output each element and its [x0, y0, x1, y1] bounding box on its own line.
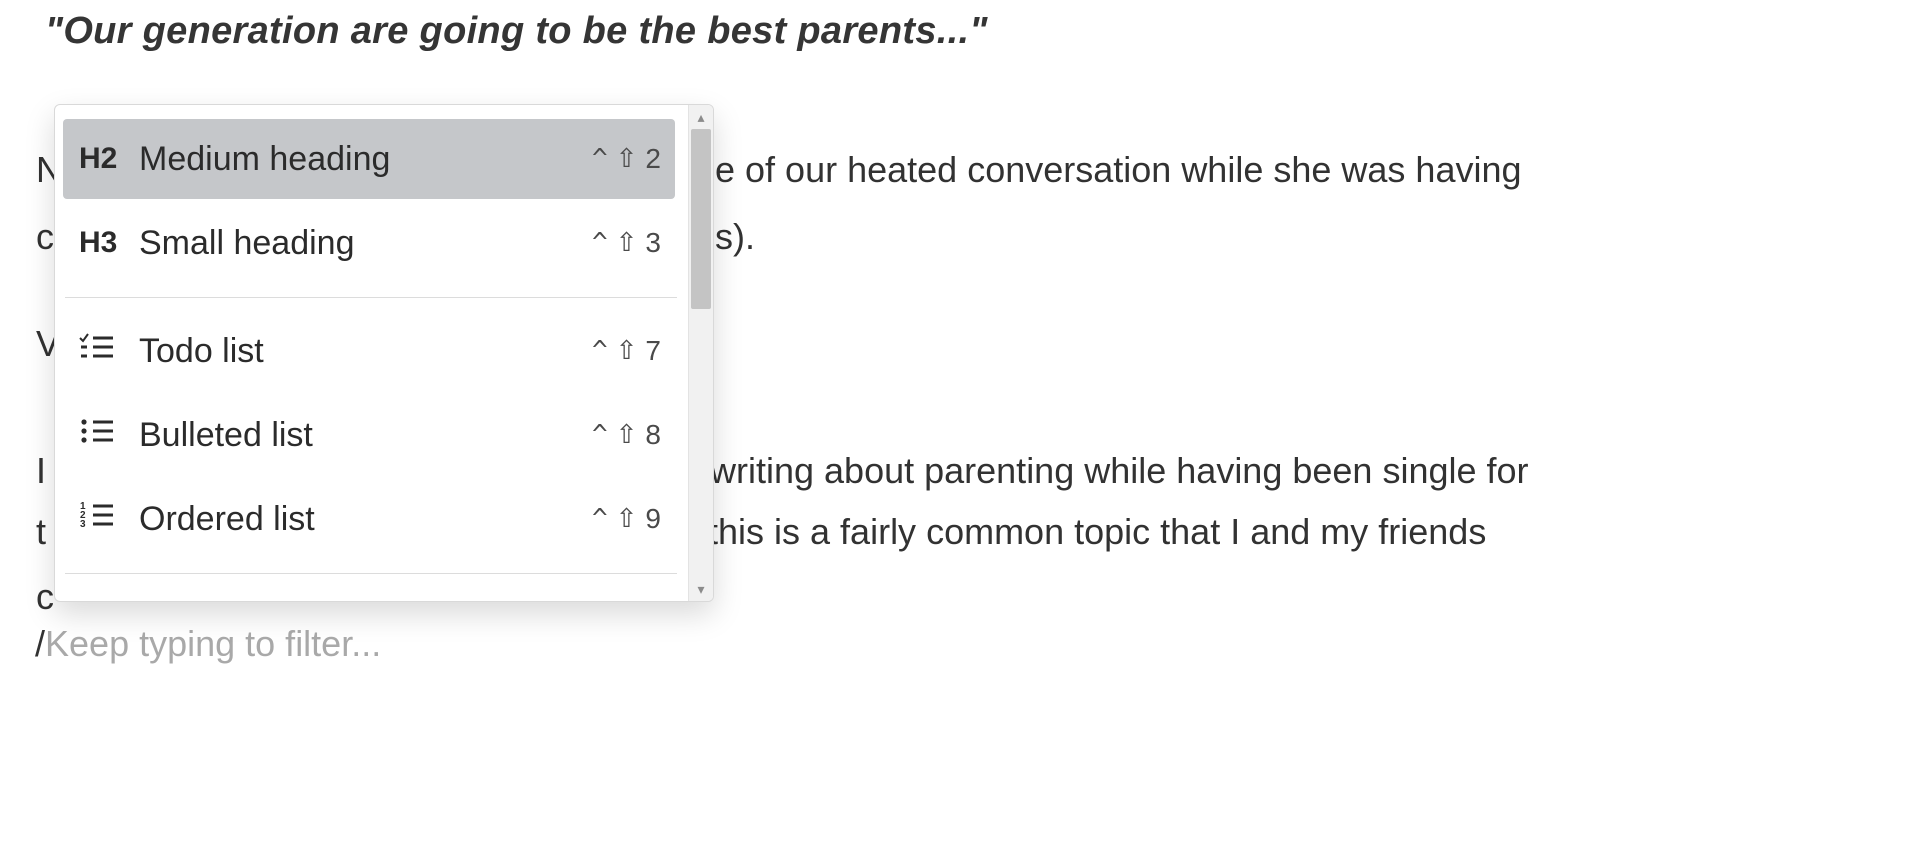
dropdown-item-small-heading[interactable]: H3 Small heading ^ ⇧ 3: [63, 203, 675, 283]
body-text-fragment: t, this is a fairly common topic that I …: [678, 510, 1486, 553]
dropdown-item-label: Medium heading: [125, 140, 592, 179]
dropdown-item-ordered-list[interactable]: 1 2 3 Ordered list ^ ⇧ 9: [63, 479, 675, 559]
body-text-fragment: s).: [715, 215, 755, 258]
dropdown-item-label: Todo list: [125, 332, 592, 371]
slash-command-line[interactable]: /Keep typing to filter...: [35, 623, 381, 665]
heading-3-icon: H3: [79, 226, 125, 260]
keyboard-shortcut: ^ ⇧ 2: [592, 143, 663, 175]
bulleted-list-icon: [79, 416, 125, 454]
document-quote: "Our generation are going to be the best…: [45, 10, 988, 53]
scrollbar-thumb[interactable]: [691, 129, 711, 309]
dropdown-divider: [65, 573, 677, 574]
svg-text:3: 3: [80, 519, 86, 530]
body-text-fragment: Z writing about parenting while having b…: [678, 449, 1529, 492]
scrollbar-up-icon[interactable]: ▴: [689, 105, 713, 129]
ordered-list-icon: 1 2 3: [79, 500, 125, 538]
body-text-fragment: c: [36, 215, 54, 258]
keyboard-shortcut: ^ ⇧ 7: [592, 335, 663, 367]
body-text-fragment: t: [36, 510, 46, 553]
dropdown-item-medium-heading[interactable]: H2 Medium heading ^ ⇧ 2: [63, 119, 675, 199]
dropdown-scrollbar[interactable]: ▴ ▾: [688, 105, 713, 601]
keyboard-shortcut: ^ ⇧ 3: [592, 227, 663, 259]
body-text-fragment: I: [36, 449, 46, 492]
scrollbar-down-icon[interactable]: ▾: [689, 577, 713, 601]
dropdown-item-label: Bulleted list: [125, 416, 592, 455]
keyboard-shortcut: ^ ⇧ 8: [592, 419, 663, 451]
body-text-fragment: e of our heated conversation while she w…: [715, 148, 1522, 191]
dropdown-item-bulleted-list[interactable]: Bulleted list ^ ⇧ 8: [63, 395, 675, 475]
keyboard-shortcut: ^ ⇧ 9: [592, 503, 663, 535]
heading-2-icon: H2: [79, 142, 125, 176]
dropdown-divider: [65, 297, 677, 298]
slash-command-dropdown: H2 Medium heading ^ ⇧ 2 H3 Small heading…: [54, 104, 714, 602]
dropdown-item-label: Ordered list: [125, 500, 592, 539]
todo-list-icon: [79, 332, 125, 370]
slash-char: /: [35, 623, 45, 664]
slash-placeholder: Keep typing to filter...: [45, 623, 381, 664]
dropdown-item-todo-list[interactable]: Todo list ^ ⇧ 7: [63, 311, 675, 391]
dropdown-item-label: Small heading: [125, 224, 592, 263]
body-text-fragment: c: [36, 575, 54, 618]
